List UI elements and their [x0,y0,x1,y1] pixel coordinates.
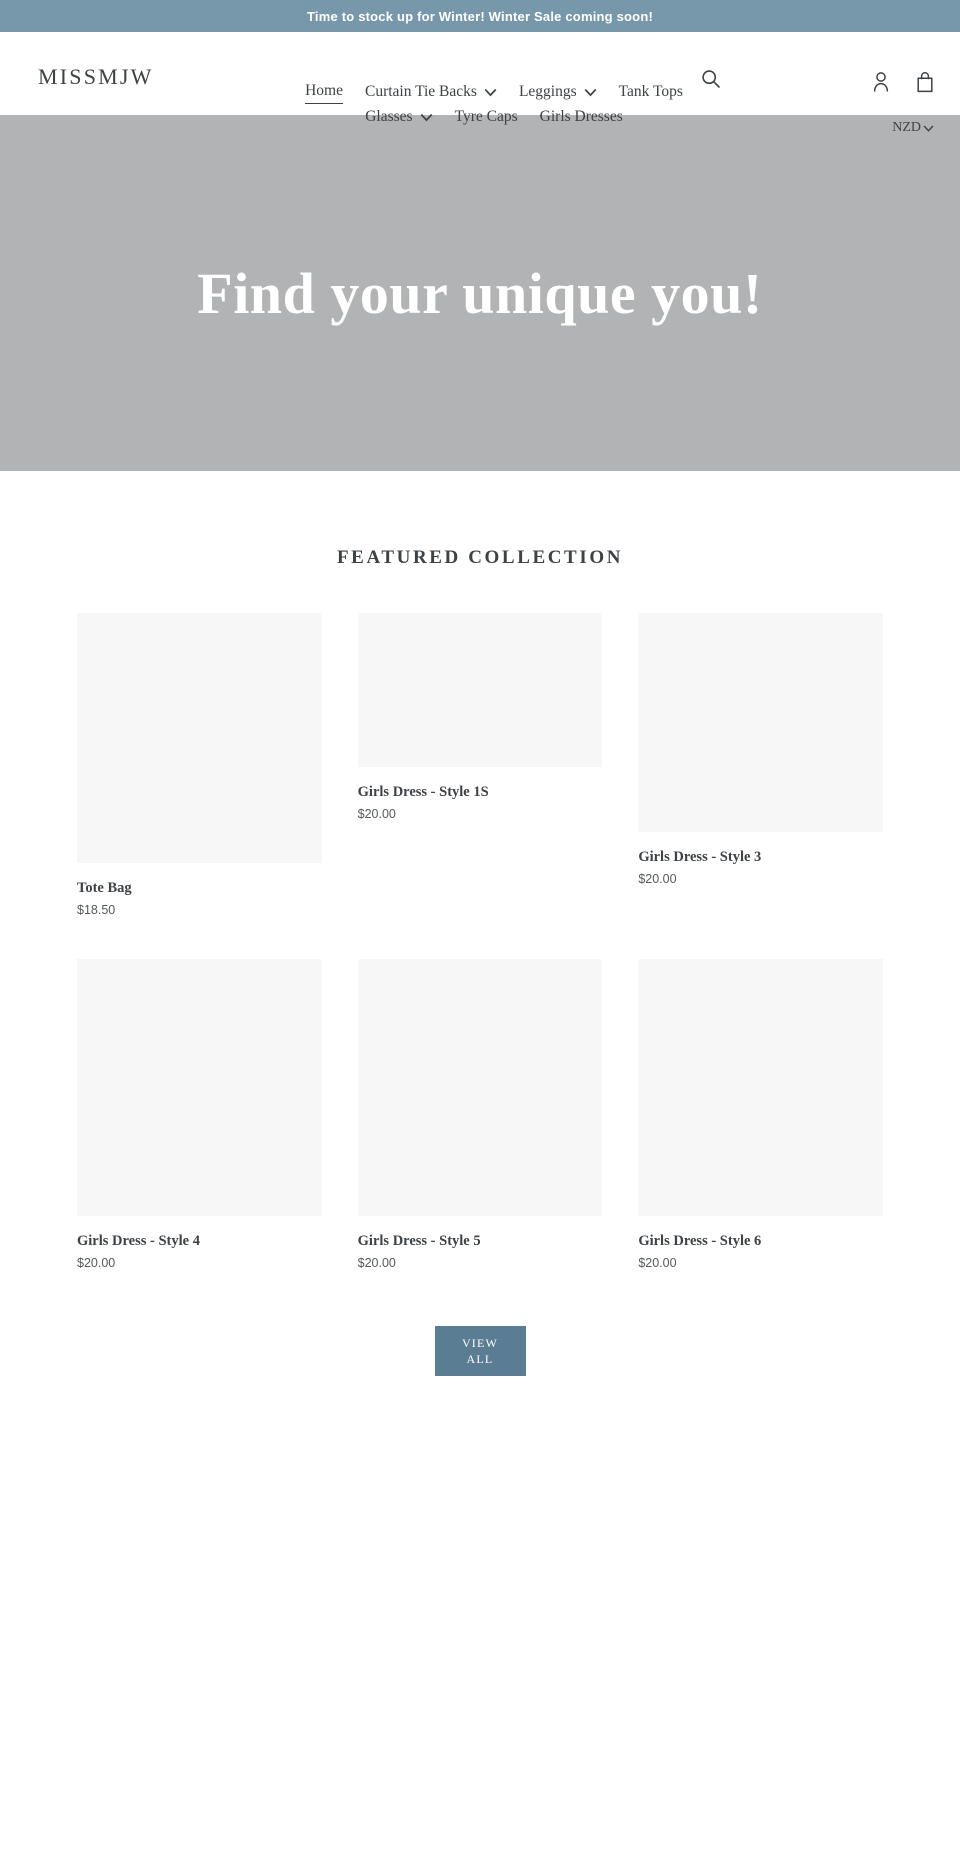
nav-label: Home [305,80,343,104]
product-price: $20.00 [357,1255,396,1270]
view-all-button[interactable]: VIEW ALL [434,1325,526,1376]
nav-item-home[interactable]: Home [294,80,354,104]
featured-collection-section: FEATURED COLLECTION Tote Bag $18.50 Girl… [0,471,960,1376]
section-title: FEATURED COLLECTION [336,547,624,568]
product-image-placeholder [357,958,603,1216]
product-image-placeholder [357,613,603,767]
product-grid: Tote Bag $18.50 Girls Dress - Style 1S $… [59,613,901,1312]
product-image-placeholder [77,613,322,863]
product-title: Girls Dress - Style 1S [357,784,489,800]
page-bottom-spacer [0,1375,960,1875]
chevron-down-icon [484,86,497,99]
nav-label: Curtain Tie Backs [364,83,477,100]
product-title: Girls Dress - Style 3 [638,849,762,865]
product-price: $20.00 [77,1255,116,1270]
view-all-line-2: ALL [466,1351,494,1366]
hero-title: Find your unique you! [197,260,763,326]
site-header: MISSMJW Home Curtain Tie Backs Leggings … [0,32,960,135]
currency-value: NZD [892,120,921,135]
product-card[interactable]: Tote Bag $18.50 [59,613,340,917]
product-title: Girls Dress - Style 4 [77,1232,200,1249]
cart-icon[interactable] [914,70,936,94]
product-image-placeholder [77,958,322,1216]
product-price: $20.00 [357,806,396,821]
nav-item-curtain-tie-backs[interactable]: Curtain Tie Backs [354,80,508,104]
view-all-line-1: VIEW [461,1335,499,1350]
nav-item-glasses[interactable]: Glasses [354,106,443,128]
product-price: $20.00 [638,1255,677,1270]
hero-banner: Find your unique you! [0,115,960,471]
product-image-placeholder [638,958,883,1216]
product-card[interactable]: Girls Dress - Style 3 $20.00 [620,613,901,886]
main-navigation: Home Curtain Tie Backs Leggings Tank Top… [288,80,700,128]
chevron-down-icon [923,123,934,134]
product-title: Girls Dress - Style 5 [357,1232,481,1249]
nav-item-leggings[interactable]: Leggings [508,80,608,104]
search-icon[interactable] [700,68,724,92]
product-card[interactable]: Girls Dress - Style 4 $20.00 [59,958,340,1270]
currency-selector[interactable]: NZD [892,120,934,136]
product-card[interactable]: Girls Dress - Style 5 $20.00 [340,958,621,1270]
nav-label: Girls Dresses [539,108,623,125]
product-image-placeholder [638,613,883,832]
nav-item-girls-dresses[interactable]: Girls Dresses [529,106,634,128]
nav-label: Tyre Caps [454,108,518,125]
chevron-down-icon [584,86,597,99]
header-icon-group [870,32,936,115]
view-all-container: VIEW ALL [0,1325,960,1376]
nav-label: Tank Tops [618,83,683,100]
page-root: Time to stock up for Winter! Winter Sale… [0,0,960,1875]
product-price: $20.00 [638,871,677,886]
nav-item-tank-tops[interactable]: Tank Tops [608,80,694,104]
nav-label: Glasses [365,108,413,125]
chevron-down-icon [420,111,433,124]
product-title: Girls Dress - Style 6 [638,1232,762,1249]
product-card[interactable]: Girls Dress - Style 6 $20.00 [620,958,901,1270]
product-title: Tote Bag [77,880,132,896]
site-logo[interactable]: MISSMJW [38,64,154,90]
nav-item-tyre-caps[interactable]: Tyre Caps [444,106,529,128]
product-card[interactable]: Girls Dress - Style 1S $20.00 [340,613,621,821]
announcement-bar[interactable]: Time to stock up for Winter! Winter Sale… [0,0,960,32]
account-icon[interactable] [870,70,892,94]
announcement-text: Time to stock up for Winter! Winter Sale… [307,8,653,24]
product-price: $18.50 [77,902,116,917]
nav-label: Leggings [518,83,577,100]
